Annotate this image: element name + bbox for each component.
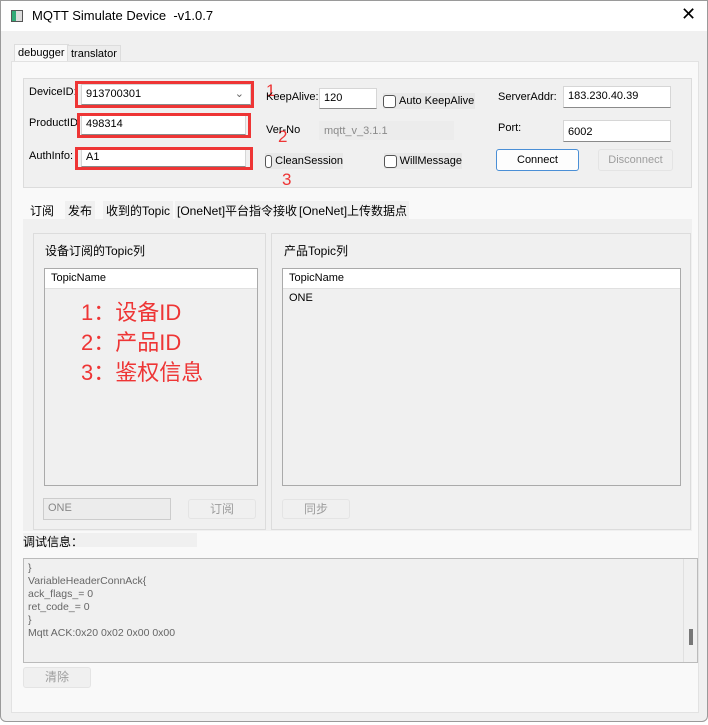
annotation-line-1: 1：设备ID bbox=[81, 300, 182, 325]
annotation-line-3: 3：鉴权信息 bbox=[81, 360, 204, 385]
server-addr-input[interactable]: 183.230.40.39 bbox=[563, 86, 671, 108]
clean-session-label: CleanSession bbox=[275, 155, 343, 167]
product-topic-list[interactable]: TopicName ONE bbox=[282, 268, 681, 486]
keepalive-label: KeepAlive: bbox=[266, 91, 319, 103]
device-id-label: DeviceID: bbox=[29, 86, 77, 98]
sub-tab-subscribe[interactable]: 订阅 bbox=[25, 201, 60, 219]
checkbox-box[interactable] bbox=[265, 154, 273, 168]
auto-keepalive-label: Auto KeepAlive bbox=[399, 95, 475, 107]
verno-field: mqtt_v_3.1.1 bbox=[319, 121, 454, 140]
title-bar: MQTT Simulate Device -v1.0.7 ✕ bbox=[1, 1, 707, 31]
disconnect-button[interactable]: Disconnect bbox=[598, 149, 673, 171]
topic-input[interactable]: ONE bbox=[43, 498, 171, 520]
highlight-box-2 bbox=[77, 113, 251, 138]
verno-label: Ver-No bbox=[266, 124, 301, 136]
auto-keepalive-checkbox[interactable]: Auto KeepAlive bbox=[383, 93, 475, 109]
debug-log[interactable]: } VariableHeaderConnAck{ ack_flags_= 0 r… bbox=[23, 558, 698, 663]
sync-button[interactable]: 同步 bbox=[282, 499, 350, 519]
port-label: Port: bbox=[498, 122, 522, 134]
checkbox-box[interactable] bbox=[384, 154, 397, 168]
connect-button[interactable]: Connect bbox=[496, 149, 579, 171]
scrollbar-thumb[interactable] bbox=[689, 629, 693, 645]
product-topic-title: 产品Topic列 bbox=[284, 244, 349, 258]
sub-tab-onenet-command[interactable]: [OneNet]平台指令接收 bbox=[175, 201, 300, 219]
annotation-line-2: 2：产品ID bbox=[81, 330, 182, 355]
debug-info-label: 调试信息： bbox=[23, 533, 197, 549]
tab-debugger[interactable]: debugger bbox=[14, 44, 69, 62]
will-message-label: WillMessage bbox=[399, 155, 462, 167]
highlight-box-1 bbox=[75, 81, 254, 108]
app-icon bbox=[11, 10, 23, 22]
window-title: MQTT Simulate Device -v1.0.7 bbox=[32, 8, 214, 23]
product-id-label: ProductID: bbox=[29, 117, 81, 129]
port-input[interactable]: 6002 bbox=[563, 120, 671, 142]
annotation-legend: 1：设备ID 2：产品ID 3：鉴权信息 bbox=[81, 298, 203, 388]
auth-info-label: AuthInfo: bbox=[29, 150, 74, 162]
column-header-topicname[interactable]: TopicName bbox=[45, 269, 257, 289]
column-header-topicname[interactable]: TopicName bbox=[283, 269, 680, 289]
clean-session-checkbox[interactable]: CleanSession bbox=[265, 153, 343, 169]
scrollbar[interactable] bbox=[683, 559, 697, 662]
checkbox-box[interactable] bbox=[383, 94, 396, 108]
highlight-box-3 bbox=[75, 147, 253, 170]
clear-button[interactable]: 清除 bbox=[23, 667, 91, 688]
device-topic-title: 设备订阅的Topic列 bbox=[45, 244, 146, 258]
server-addr-label: ServerAddr: bbox=[498, 91, 557, 103]
debug-log-text: } VariableHeaderConnAck{ ack_flags_= 0 r… bbox=[28, 562, 176, 639]
subscribe-button[interactable]: 订阅 bbox=[188, 499, 256, 519]
tab-translator[interactable]: translator bbox=[67, 45, 121, 62]
sub-tab-onenet-datapoints[interactable]: [OneNet]上传数据点 bbox=[297, 201, 410, 219]
annotation-number-3: 3 bbox=[282, 170, 292, 189]
app-window: MQTT Simulate Device -v1.0.7 ✕ debugger … bbox=[0, 0, 708, 722]
sub-tab-received-topic[interactable]: 收到的Topic bbox=[103, 201, 174, 219]
keepalive-input[interactable]: 120 bbox=[319, 88, 377, 109]
will-message-checkbox[interactable]: WillMessage bbox=[384, 153, 462, 169]
list-item[interactable]: ONE bbox=[283, 289, 680, 307]
close-icon[interactable]: ✕ bbox=[681, 4, 696, 25]
sub-tab-publish[interactable]: 发布 bbox=[65, 201, 96, 219]
